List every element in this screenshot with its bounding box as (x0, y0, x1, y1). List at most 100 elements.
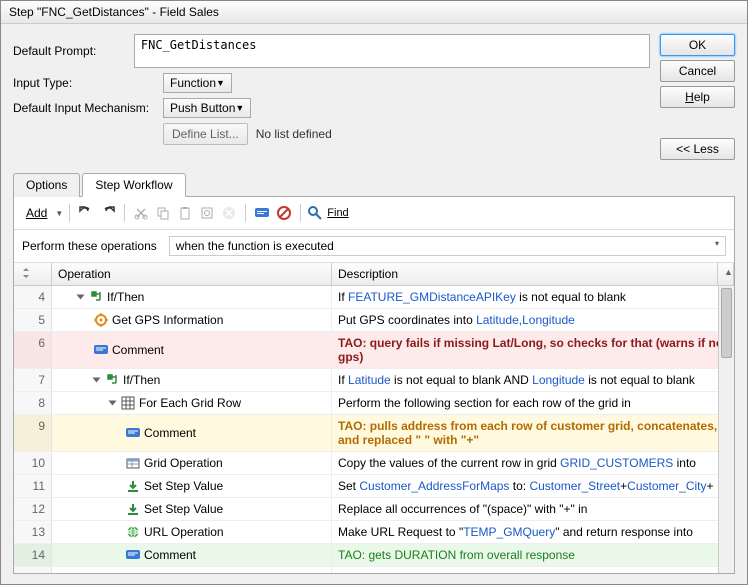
operation-cell: Set Step Value (52, 475, 332, 497)
field-link[interactable]: Longitude (532, 373, 585, 387)
field-link[interactable]: Latitude (348, 373, 391, 387)
col-operation[interactable]: Operation (52, 263, 332, 285)
grid-row[interactable]: 7If/ThenIf Latitude is not equal to blan… (14, 369, 734, 392)
description-cell: Perform the following section for each r… (332, 392, 734, 414)
description-cell: TAO: gets DURATION from overall response (332, 544, 734, 566)
add-button[interactable]: Add (22, 206, 51, 220)
redo-icon[interactable] (98, 203, 118, 223)
description-cell: Copy the values of the current row in gr… (332, 452, 734, 474)
setstep-icon (126, 571, 140, 573)
grid-row[interactable]: 12 Set Step Value Replace all occurrences … (14, 498, 734, 521)
default-input-mech-select[interactable]: Push Button ▼ (163, 98, 251, 118)
row-number: 6 (14, 332, 52, 368)
cut-icon[interactable] (131, 203, 151, 223)
grid-row[interactable]: 4If/ThenIf FEATURE_GMDistanceAPIKey is n… (14, 286, 734, 309)
stamp-icon[interactable] (197, 203, 217, 223)
paste-icon[interactable] (175, 203, 195, 223)
operation-cell: Get GPS Information (52, 309, 332, 331)
comment-icon (126, 549, 140, 561)
operation-cell: If/Then (52, 286, 332, 308)
grid-row[interactable]: 8For Each Grid RowPerform the following … (14, 392, 734, 415)
cancel-button[interactable]: Cancel (660, 60, 735, 82)
grid-row[interactable]: 14CommentTAO: gets DURATION from overall… (14, 544, 734, 567)
scroll-up-icon[interactable]: ▲ (718, 263, 734, 285)
copy-icon[interactable] (153, 203, 173, 223)
perform-row: Perform these operations when the functi… (14, 230, 734, 263)
operation-name: Grid Operation (144, 456, 223, 470)
operation-cell: For Each Grid Row (52, 392, 332, 414)
search-icon (307, 205, 323, 221)
help-button[interactable]: Help (660, 86, 735, 108)
operation-name: Get GPS Information (112, 313, 223, 327)
tab-options[interactable]: Options (13, 173, 80, 197)
disable-icon[interactable] (274, 203, 294, 223)
add-dropdown-icon[interactable]: ▼ (55, 209, 63, 218)
setstep-icon (126, 502, 140, 516)
operation-name: If/Then (107, 290, 144, 304)
col-description[interactable]: Description (332, 263, 718, 285)
description-cell: Replace all occurrences of "(space)" wit… (332, 498, 734, 520)
grid-row[interactable]: 6CommentTAO: query fails if missing Lat/… (14, 332, 734, 369)
grid-row[interactable]: 11 Set Step Value Set Customer_AddressForM… (14, 475, 734, 498)
description-cell: Put GPS coordinates into Latitude,Longit… (332, 309, 734, 331)
operation-name: Comment (144, 548, 196, 562)
disclosure-triangle-icon[interactable] (93, 378, 101, 383)
operation-name: Set Step Value (144, 571, 223, 573)
field-link[interactable]: TEMP_GMQuery (463, 525, 555, 539)
delete-icon[interactable] (219, 203, 239, 223)
ok-button[interactable]: OK (660, 34, 735, 56)
row-number: 11 (14, 475, 52, 497)
grid-row[interactable]: 15Set Step ValueReturn the text between … (14, 567, 734, 573)
field-link[interactable]: GRID_CUSTOMERS (560, 456, 673, 470)
dialog-window: Step "FNC_GetDistances" - Field Sales De… (0, 0, 748, 585)
undo-icon[interactable] (76, 203, 96, 223)
row-number: 9 (14, 415, 52, 451)
grid-row[interactable]: 10 Grid Operation Copy the values of the c… (14, 452, 734, 475)
field-link[interactable]: FEATURE_GMDistanceAPIKey (348, 290, 516, 304)
row-number: 4 (14, 286, 52, 308)
grid-row[interactable]: 5 Get GPS Information Put GPS coordinates … (14, 309, 734, 332)
row-number: 7 (14, 369, 52, 391)
vertical-scrollbar[interactable] (718, 286, 734, 573)
description-cell: TAO: pulls address from each row of cust… (332, 415, 734, 451)
operation-name: Set Step Value (144, 502, 223, 516)
toolbar: Add ▼ Find (14, 197, 734, 230)
operation-cell: Comment (52, 332, 332, 368)
perform-select[interactable]: when the function is executed (169, 236, 726, 256)
less-button[interactable]: << Less (660, 138, 735, 160)
description-cell: Set Customer_AddressForMaps to: Customer… (332, 475, 734, 497)
disclosure-triangle-icon[interactable] (77, 295, 85, 300)
field-link[interactable]: Customer_City (627, 479, 706, 493)
row-number: 13 (14, 521, 52, 543)
grid-icon (121, 396, 135, 410)
row-number: 5 (14, 309, 52, 331)
field-link[interactable]: Customer_AddressForMaps (359, 479, 509, 493)
operation-cell: Comment (52, 544, 332, 566)
grid-row[interactable]: 13URL OperationMake URL Request to "TEMP… (14, 521, 734, 544)
field-link[interactable]: Customer_Street (529, 479, 620, 493)
row-number: 10 (14, 452, 52, 474)
operation-name: URL Operation (144, 525, 224, 539)
row-number: 12 (14, 498, 52, 520)
tabbar: Options Step Workflow (13, 172, 735, 197)
comment-icon[interactable] (252, 203, 272, 223)
field-link[interactable]: Latitude,Longitude (476, 313, 575, 327)
col-reorder[interactable] (14, 263, 52, 285)
operation-name: Set Step Value (144, 479, 223, 493)
disclosure-triangle-icon[interactable] (109, 401, 117, 406)
find-button[interactable]: Find (307, 205, 348, 221)
scrollbar-thumb[interactable] (721, 288, 732, 358)
field-link[interactable]: </duration> (624, 571, 685, 573)
define-list-button[interactable]: Define List... (163, 123, 248, 145)
gps-icon (94, 313, 108, 327)
field-link[interactable]: <duration> (531, 571, 588, 573)
gridop-icon (126, 456, 140, 470)
comment-icon (94, 344, 108, 356)
find-label: Find (327, 207, 348, 219)
tab-step-workflow[interactable]: Step Workflow (82, 173, 185, 197)
operation-cell: Set Step Value (52, 567, 332, 573)
default-input-mech-label: Default Input Mechanism: (13, 101, 163, 115)
grid-row[interactable]: 9CommentTAO: pulls address from each row… (14, 415, 734, 452)
input-type-select[interactable]: Function ▼ (163, 73, 232, 93)
default-prompt-input[interactable]: FNC_GetDistances (134, 34, 650, 68)
